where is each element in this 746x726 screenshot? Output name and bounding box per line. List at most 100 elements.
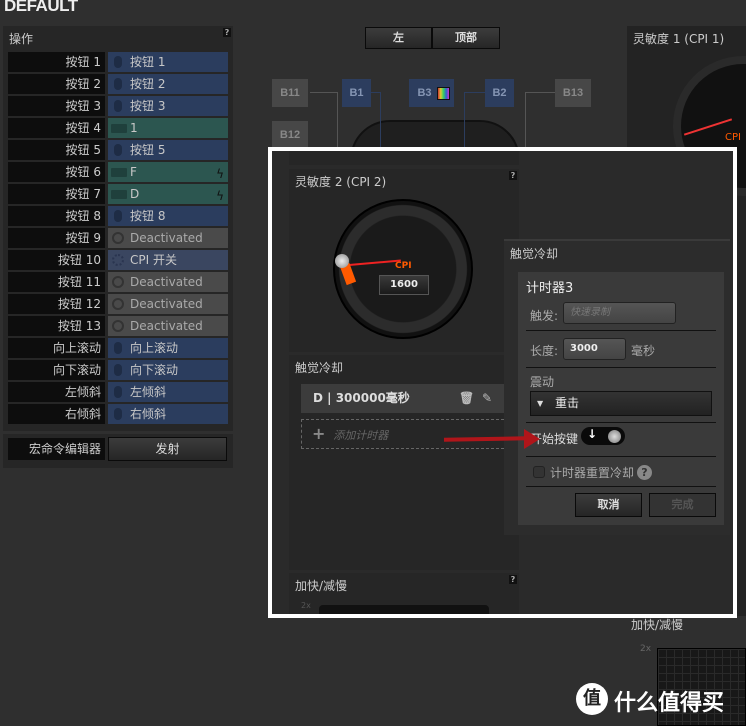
trash-icon[interactable]: 🗑 [459,384,474,413]
vibration-select[interactable]: ▼ 重击 [530,391,712,416]
button-label: 按钮 12 [8,294,105,314]
action-label: Deactivated [130,297,203,311]
arrow-down-icon: ↓ [587,427,598,441]
action-row: 向上滚动 向上滚动 [8,338,228,358]
color-swatch-icon[interactable] [437,87,450,100]
action-assignment[interactable]: Deactivated [108,294,228,314]
mouse-button-b2[interactable]: B2 [485,79,514,107]
mouse-button-b1[interactable]: B1 [342,79,371,107]
mouse-button-b13[interactable]: B13 [555,79,591,107]
action-assignment[interactable]: 左倾斜 [108,382,228,402]
action-assignment[interactable]: Deactivated [108,228,228,248]
done-button[interactable]: 完成 [649,493,716,517]
toggle-knob [608,430,621,443]
mouse-icon [114,386,122,398]
length-input[interactable]: 3000 [563,338,626,360]
button-label: 按钮 3 [8,96,105,116]
button-label: 向下滚动 [8,360,105,380]
action-assignment[interactable]: 按钮 1 [108,52,228,72]
help-icon[interactable]: ? [223,28,231,37]
action-row: 按钮 13 Deactivated [8,316,228,336]
action-row: 按钮 3 按钮 3 [8,96,228,116]
action-assignment[interactable]: 右倾斜 [108,404,228,424]
button-label: 按钮 2 [8,74,105,94]
add-timer-label: 添加计时器 [333,429,389,442]
action-label: 向下滚动 [130,363,179,377]
button-label: 按钮 6 [8,162,105,182]
popup-title: 触觉冷却 [510,247,559,261]
button-label: 按钮 10 [8,250,105,270]
mouse-icon [114,210,122,222]
add-timer-button[interactable]: + 添加计时器 [301,419,519,449]
speed-right-tick: 2x [640,644,652,654]
action-assignment[interactable]: CPI 开关 [108,250,228,270]
reset-cooldown-label: 计时器重置冷却 [550,466,635,480]
lightning-icon: ϟ [216,167,224,181]
mouse-button-b12[interactable]: B12 [272,121,308,149]
start-key-toggle[interactable]: ↓ [581,427,625,445]
action-label: 按钮 8 [130,209,166,223]
mouse-button-b3[interactable]: B3 [409,79,454,107]
action-assignment[interactable]: Deactivated [108,316,228,336]
action-assignment[interactable]: 按钮 8 [108,206,228,226]
action-row: 按钮 9 Deactivated [8,228,228,248]
action-label: 按钮 5 [130,143,166,157]
speed-curve-graph[interactable] [319,605,489,614]
cancel-button[interactable]: 取消 [575,493,642,517]
highlight-frame: 灵敏度 2 (CPI 2) ? CPI 1600 触觉冷却 D | 300000… [268,147,737,618]
help-icon[interactable]: ? [509,575,517,584]
length-unit: 毫秒 [631,344,656,358]
action-row: 左倾斜 左倾斜 [8,382,228,402]
view-left-button[interactable]: 左 [365,27,432,49]
trigger-input[interactable]: 快速录制 [563,302,676,324]
button-label: 右倾斜 [8,404,105,424]
speed-tick: 2x [301,601,311,610]
action-label: Deactivated [130,319,203,333]
lightning-icon: ϟ [216,189,224,203]
action-assignment[interactable]: 向下滚动 [108,360,228,380]
cpi2-value[interactable]: 1600 [379,275,429,295]
button-label: 按钮 1 [8,52,105,72]
profile-title: DEFAULT [4,0,78,15]
action-assignment[interactable]: 按钮 2 [108,74,228,94]
length-label: 长度: [530,344,559,358]
reset-cooldown-checkbox[interactable] [533,466,545,478]
action-row: 按钮 11 Deactivated [8,272,228,292]
action-label: 按钮 3 [130,99,166,113]
action-assignment[interactable]: 1 [108,118,228,138]
action-row: 按钮 4 1 [8,118,228,138]
watermark-text: 什么值得买 [614,691,725,716]
action-label: 左倾斜 [130,385,167,399]
help-icon[interactable]: ? [509,171,517,180]
action-label: D [130,187,140,201]
speed-title: 加快/减慢 [295,579,348,593]
mouse-icon [114,56,122,68]
haptic-panel: 触觉冷却 D | 300000毫秒 🗑 ✎ + 添加计时器 [289,355,519,570]
button-label: 按钮 9 [8,228,105,248]
help-icon[interactable]: ? [637,465,652,480]
divider [526,456,716,457]
divider [526,486,716,487]
action-row: 按钮 10 CPI 开关 [8,250,228,270]
action-assignment[interactable]: 向上滚动 [108,338,228,358]
action-assignment[interactable]: Fϟ [108,162,228,182]
action-assignment[interactable]: Dϟ [108,184,228,204]
cpi1-title: 灵敏度 1 (CPI 1) [633,32,725,46]
action-assignment[interactable]: 按钮 5 [108,140,228,160]
action-assignment[interactable]: Deactivated [108,272,228,292]
button-label: 按钮 5 [8,140,105,160]
action-row: 向下滚动 向下滚动 [8,360,228,380]
action-assignment[interactable]: 按钮 3 [108,96,228,116]
timer-item[interactable]: D | 300000毫秒 🗑 ✎ [301,384,519,413]
fire-button[interactable]: 发射 [108,437,227,461]
button-label: 按钮 8 [8,206,105,226]
b3-label: B3 [417,87,432,99]
action-row: 按钮 8 按钮 8 [8,206,228,226]
view-top-button[interactable]: 顶部 [432,27,500,49]
gauge-knob[interactable] [335,254,349,268]
mouse-button-b11[interactable]: B11 [272,79,308,107]
connector-line [371,92,381,152]
pencil-icon[interactable]: ✎ [482,384,492,413]
action-row: 按钮 7Dϟ [8,184,228,204]
disabled-icon [112,276,124,288]
